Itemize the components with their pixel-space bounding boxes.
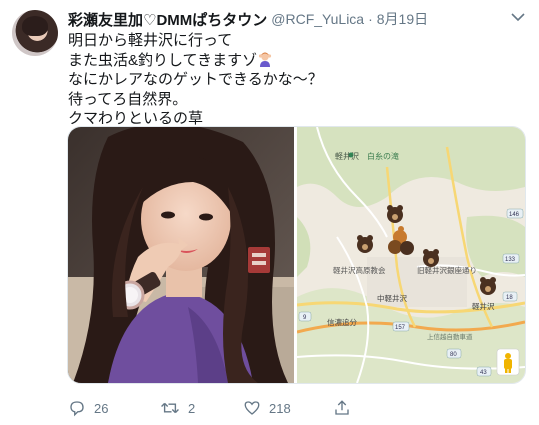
- tweet-text: 明日から軽井沢に行って また虫活&釣りしてきますゾ なにかレアなのゲットできるか…: [68, 31, 508, 129]
- reply-button[interactable]: 26: [68, 398, 108, 418]
- route-shield-18: 18: [502, 291, 518, 302]
- user-handle[interactable]: @RCF_YuLica: [271, 11, 364, 27]
- separator-dot: ·: [368, 11, 373, 27]
- tweet-line: 明日から軽井沢に行って: [68, 32, 233, 49]
- tweet-line: なにかレアなのゲットできるかな〜？: [68, 71, 323, 88]
- share-button[interactable]: [333, 398, 359, 418]
- map-view[interactable]: 軽井沢 白糸の滝 軽井沢高原教会 旧軽井沢銀座通り 中軽井沢 信濃追分 軽井沢 …: [297, 127, 525, 383]
- tweet-date[interactable]: 8月19日: [377, 9, 428, 29]
- reply-icon: [70, 401, 84, 417]
- route-shield-9: 9: [298, 311, 312, 322]
- tweet-line: 待ってろ自然界。: [68, 90, 188, 108]
- route-shield-146: 146: [506, 208, 524, 219]
- route-shield-157: 157: [392, 321, 410, 332]
- pegman-icon[interactable]: [496, 348, 520, 376]
- map-label-bypass: 上信越自動車道: [427, 332, 473, 341]
- svg-text:18: 18: [506, 295, 513, 301]
- route-shield-80: 80: [446, 348, 462, 359]
- map-label-shinano: 信濃追分: [327, 317, 357, 327]
- display-name[interactable]: 彩瀬友里加♡DMMぱちタウン: [68, 9, 267, 30]
- like-button[interactable]: 218: [243, 398, 291, 418]
- avatar[interactable]: [12, 10, 58, 56]
- media-grid: 軽井沢 白糸の滝 軽井沢高原教会 旧軽井沢銀座通り 中軽井沢 信濃追分 軽井沢 …: [67, 126, 526, 384]
- route-shield-43: 43: [476, 366, 492, 377]
- svg-text:80: 80: [450, 352, 457, 358]
- bear-icon[interactable]: [357, 235, 373, 253]
- map-label-shiraito: 白糸の滝: [367, 151, 399, 161]
- map-label-naka-karuizawa: 中軽井沢: [377, 293, 407, 303]
- chevron-down-icon[interactable]: [511, 12, 525, 22]
- bear-icon[interactable]: [423, 249, 439, 267]
- map-label-church: 軽井沢高原教会: [333, 265, 386, 275]
- map-label-ginza: 旧軽井沢銀座通り: [417, 265, 477, 275]
- svg-text:157: 157: [395, 325, 406, 331]
- map-label-karuizawa: 軽井沢: [335, 151, 359, 161]
- map-label-karuizawa-station: 軽井沢: [472, 301, 495, 311]
- svg-text:43: 43: [480, 370, 487, 376]
- like-count: 218: [269, 400, 291, 416]
- retweet-icon: [161, 402, 179, 414]
- tweet[interactable]: 彩瀬友里加♡DMMぱちタウン @RCF_YuLica · 8月19日 明日から軽…: [0, 0, 539, 425]
- selfie-photo[interactable]: [68, 127, 294, 383]
- share-icon: [335, 400, 349, 415]
- route-shield-133: 133: [502, 253, 520, 264]
- tweet-header: 彩瀬友里加♡DMMぱちタウン @RCF_YuLica · 8月19日: [68, 9, 428, 29]
- heart-icon: [244, 401, 260, 415]
- woman-gesturing-ok-emoji: [259, 52, 272, 67]
- svg-text:133: 133: [505, 257, 516, 263]
- tweet-line-with-emoji: また虫活&釣りしてきますゾ: [68, 51, 508, 71]
- tweet-actions: 26 2 218: [68, 398, 508, 418]
- retweet-button[interactable]: 2: [160, 398, 195, 418]
- bear-icon[interactable]: [480, 277, 496, 295]
- tweet-line: また虫活&釣りしてきますゾ: [68, 51, 258, 69]
- reply-count: 26: [94, 400, 109, 416]
- svg-text:146: 146: [509, 212, 520, 218]
- bear-icon[interactable]: [387, 205, 403, 223]
- retweet-count: 2: [188, 400, 196, 416]
